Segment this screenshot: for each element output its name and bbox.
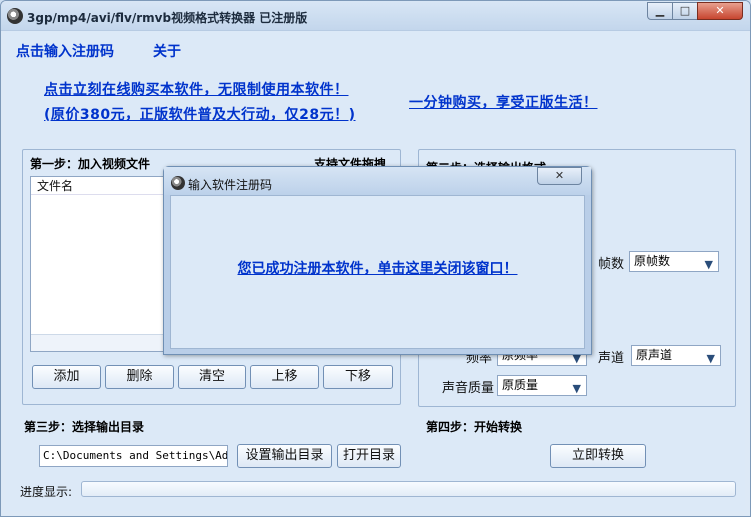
menu-register-code[interactable]: 点击输入注册码	[16, 41, 114, 61]
step3-title: 第三步：选择输出目录	[24, 420, 145, 434]
output-dir-field[interactable]: C:\Documents and Settings\Administrator\…	[39, 445, 228, 467]
progress-bar	[81, 481, 736, 497]
close-button[interactable]: ✕	[697, 2, 743, 20]
channel-label: 声道	[598, 351, 625, 366]
maximize-button[interactable]: □	[672, 2, 698, 20]
register-dialog: 输入软件注册码 ✕ 您已成功注册本软件，单击这里关闭该窗口！	[163, 166, 592, 355]
move-up-button[interactable]: 上移	[250, 365, 319, 389]
dialog-title-bar: 输入软件注册码 ✕	[164, 167, 591, 195]
promo-buy-link-line1[interactable]: 点击立刻在线购买本软件，无限制使用本软件！	[44, 79, 349, 99]
step1-title: 第一步：加入视频文件	[28, 155, 153, 172]
progress-label: 进度显示:	[20, 485, 73, 499]
chevron-down-icon: ▼	[572, 382, 581, 395]
chevron-down-icon: ▼	[704, 258, 713, 271]
step4-title: 第四步：开始转换	[426, 420, 523, 434]
open-dir-button[interactable]: 打开目录	[337, 444, 401, 468]
chevron-down-icon: ▼	[706, 352, 715, 365]
channel-select[interactable]: 原声道 ▼	[631, 345, 721, 366]
add-button[interactable]: 添加	[32, 365, 101, 389]
dialog-film-reel-icon	[171, 176, 185, 190]
delete-button[interactable]: 删除	[105, 365, 174, 389]
menu-about[interactable]: 关于	[153, 41, 181, 61]
minimize-button[interactable]: ▁	[647, 2, 673, 20]
fps-select[interactable]: 原帧数 ▼	[629, 251, 719, 272]
dialog-close-link[interactable]: 您已成功注册本软件，单击这里关闭该窗口！	[171, 258, 584, 278]
app-film-reel-icon	[7, 8, 23, 24]
convert-now-button[interactable]: 立即转换	[550, 444, 646, 468]
promo-buy-link-line2[interactable]: (原价380元，正版软件普及大行动，仅28元！)	[44, 104, 356, 124]
channel-select-value: 原声道	[636, 348, 673, 362]
quality-select[interactable]: 原质量 ▼	[497, 375, 587, 396]
window-title: 3gp/mp4/avi/flv/rmvb视频格式转换器 已注册版	[27, 11, 308, 25]
dialog-body: 您已成功注册本软件，单击这里关闭该窗口！	[170, 195, 585, 349]
promo-buy-link-right[interactable]: 一分钟购买，享受正版生活！	[409, 92, 598, 112]
clear-button[interactable]: 清空	[178, 365, 246, 389]
fps-select-value: 原帧数	[634, 254, 671, 268]
main-window: 3gp/mp4/avi/flv/rmvb视频格式转换器 已注册版 ▁ □ ✕ 点…	[0, 0, 751, 517]
quality-select-value: 原质量	[502, 378, 539, 392]
title-bar: 3gp/mp4/avi/flv/rmvb视频格式转换器 已注册版 ▁ □ ✕	[1, 1, 750, 31]
move-down-button[interactable]: 下移	[323, 365, 393, 389]
quality-label: 声音质量	[442, 381, 495, 396]
dialog-title: 输入软件注册码	[188, 178, 273, 192]
dialog-close-button[interactable]: ✕	[537, 167, 582, 185]
set-output-dir-button[interactable]: 设置输出目录	[237, 444, 332, 468]
fps-label: 帧数	[598, 257, 625, 272]
